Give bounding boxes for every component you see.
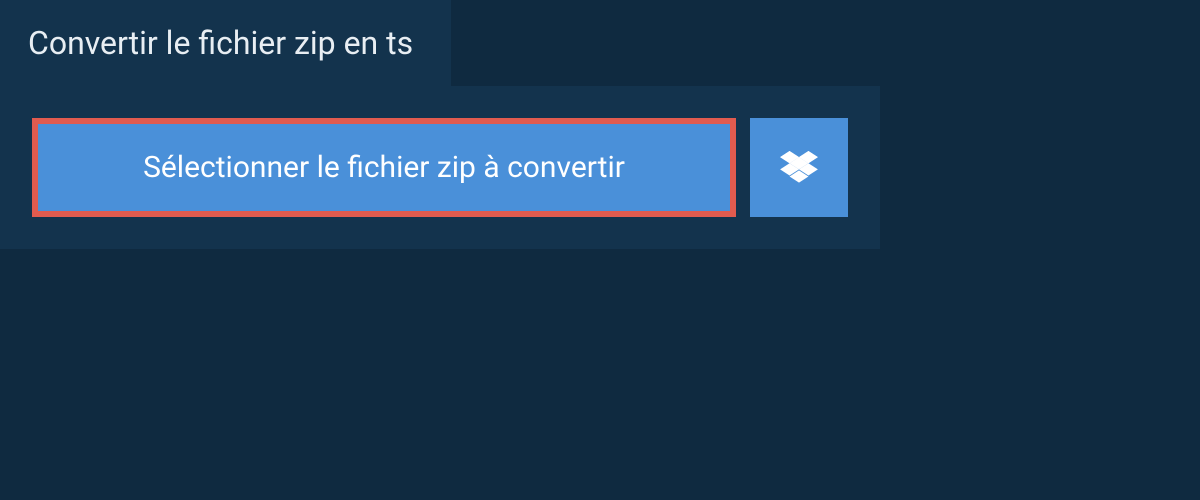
dropbox-button[interactable] bbox=[750, 118, 848, 217]
page-title-tab: Convertir le fichier zip en ts bbox=[0, 0, 451, 86]
page-title: Convertir le fichier zip en ts bbox=[28, 24, 413, 62]
select-file-button[interactable]: Sélectionner le fichier zip à convertir bbox=[32, 118, 736, 217]
select-file-label: Sélectionner le fichier zip à convertir bbox=[143, 150, 625, 185]
upload-panel: Sélectionner le fichier zip à convertir bbox=[0, 86, 880, 249]
dropbox-icon bbox=[780, 151, 818, 185]
button-row: Sélectionner le fichier zip à convertir bbox=[32, 118, 848, 217]
